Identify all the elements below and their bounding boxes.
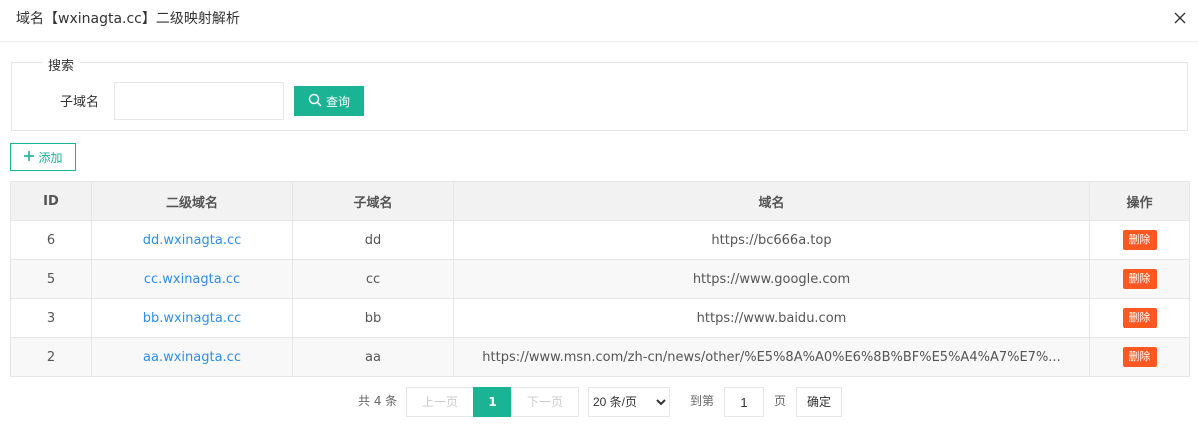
plus-icon [23,150,35,165]
cell-id: 6 [10,220,92,260]
search-icon [308,93,322,110]
cell-actions: 删除 [1089,220,1190,260]
cell-subdomain: bb [292,298,454,338]
cell-target-domain: https://www.msn.com/zh-cn/news/other/%E5… [453,337,1090,377]
column-header-subdomain[interactable]: 子域名 [292,181,454,221]
close-icon[interactable] [1170,8,1190,28]
delete-button[interactable]: 删除 [1122,347,1157,367]
table-row: 2 aa.wxinagta.cc aa https://www.msn.com/… [10,337,1190,377]
dialog-title: 域名【wxinagta.cc】二级映射解析 [16,11,240,27]
page-size-select[interactable]: 20 条/页 [588,387,670,417]
subdomain-label: 子域名 [60,95,100,110]
cell-actions: 删除 [1089,337,1190,377]
goto-page-input[interactable] [724,387,764,417]
cell-id: 3 [10,298,92,338]
full-domain-link[interactable]: dd.wxinagta.cc [143,233,242,248]
column-header-domain[interactable]: 域名 [453,181,1090,221]
full-domain-link[interactable]: aa.wxinagta.cc [143,350,241,365]
cell-subdomain: aa [292,337,454,377]
search-button[interactable]: 查询 [294,86,364,116]
goto-confirm-button[interactable]: 确定 [796,387,842,417]
cell-subdomain: cc [292,259,454,299]
next-page-button[interactable]: 下一页 [511,387,579,417]
column-header-full-domain[interactable]: 二级域名 [91,181,293,221]
column-header-id[interactable]: ID [10,181,92,221]
cell-target-domain: https://www.baidu.com [453,298,1090,338]
cell-full-domain: bb.wxinagta.cc [91,298,293,338]
cell-full-domain: aa.wxinagta.cc [91,337,293,377]
full-domain-link[interactable]: cc.wxinagta.cc [144,272,240,287]
table-header-row: ID 二级域名 子域名 域名 操作 [10,181,1190,221]
search-legend: 搜索 [42,55,81,74]
column-header-actions: 操作 [1089,181,1190,221]
cell-actions: 删除 [1089,259,1190,299]
goto-label: 到第 [690,394,715,408]
cell-full-domain: dd.wxinagta.cc [91,220,293,260]
cell-subdomain: dd [292,220,454,260]
full-domain-link[interactable]: bb.wxinagta.cc [143,311,242,326]
cell-id: 5 [10,259,92,299]
pagination: 共 4 条 上一页 1 下一页 20 条/页 到第 页 确定 [0,387,1198,417]
search-button-label: 查询 [325,94,350,109]
cell-target-domain: https://bc666a.top [453,220,1090,260]
delete-button[interactable]: 删除 [1122,269,1157,289]
cell-full-domain: cc.wxinagta.cc [91,259,293,299]
cell-target-domain: https://www.google.com [453,259,1090,299]
mapping-table: ID 二级域名 子域名 域名 操作 6 dd.wxinagta.cc dd ht… [10,181,1190,377]
search-panel: 搜索 子域名 查询 [11,55,1188,131]
prev-page-button[interactable]: 上一页 [406,387,474,417]
table-row: 3 bb.wxinagta.cc bb https://www.baidu.co… [10,298,1190,338]
current-page-button[interactable]: 1 [473,387,512,417]
table-row: 6 dd.wxinagta.cc dd https://bc666a.top 删… [10,220,1190,260]
subdomain-input[interactable] [114,82,284,120]
delete-button[interactable]: 删除 [1122,230,1157,250]
cell-id: 2 [10,337,92,377]
add-button-label: 添加 [38,150,63,165]
add-button[interactable]: 添加 [10,143,76,171]
cell-actions: 删除 [1089,298,1190,338]
page-suffix-label: 页 [774,394,787,408]
pagination-total: 共 4 条 [358,394,398,408]
table-row: 5 cc.wxinagta.cc cc https://www.google.c… [10,259,1190,299]
dialog-header: 域名【wxinagta.cc】二级映射解析 [0,0,1198,42]
delete-button[interactable]: 删除 [1122,308,1157,328]
